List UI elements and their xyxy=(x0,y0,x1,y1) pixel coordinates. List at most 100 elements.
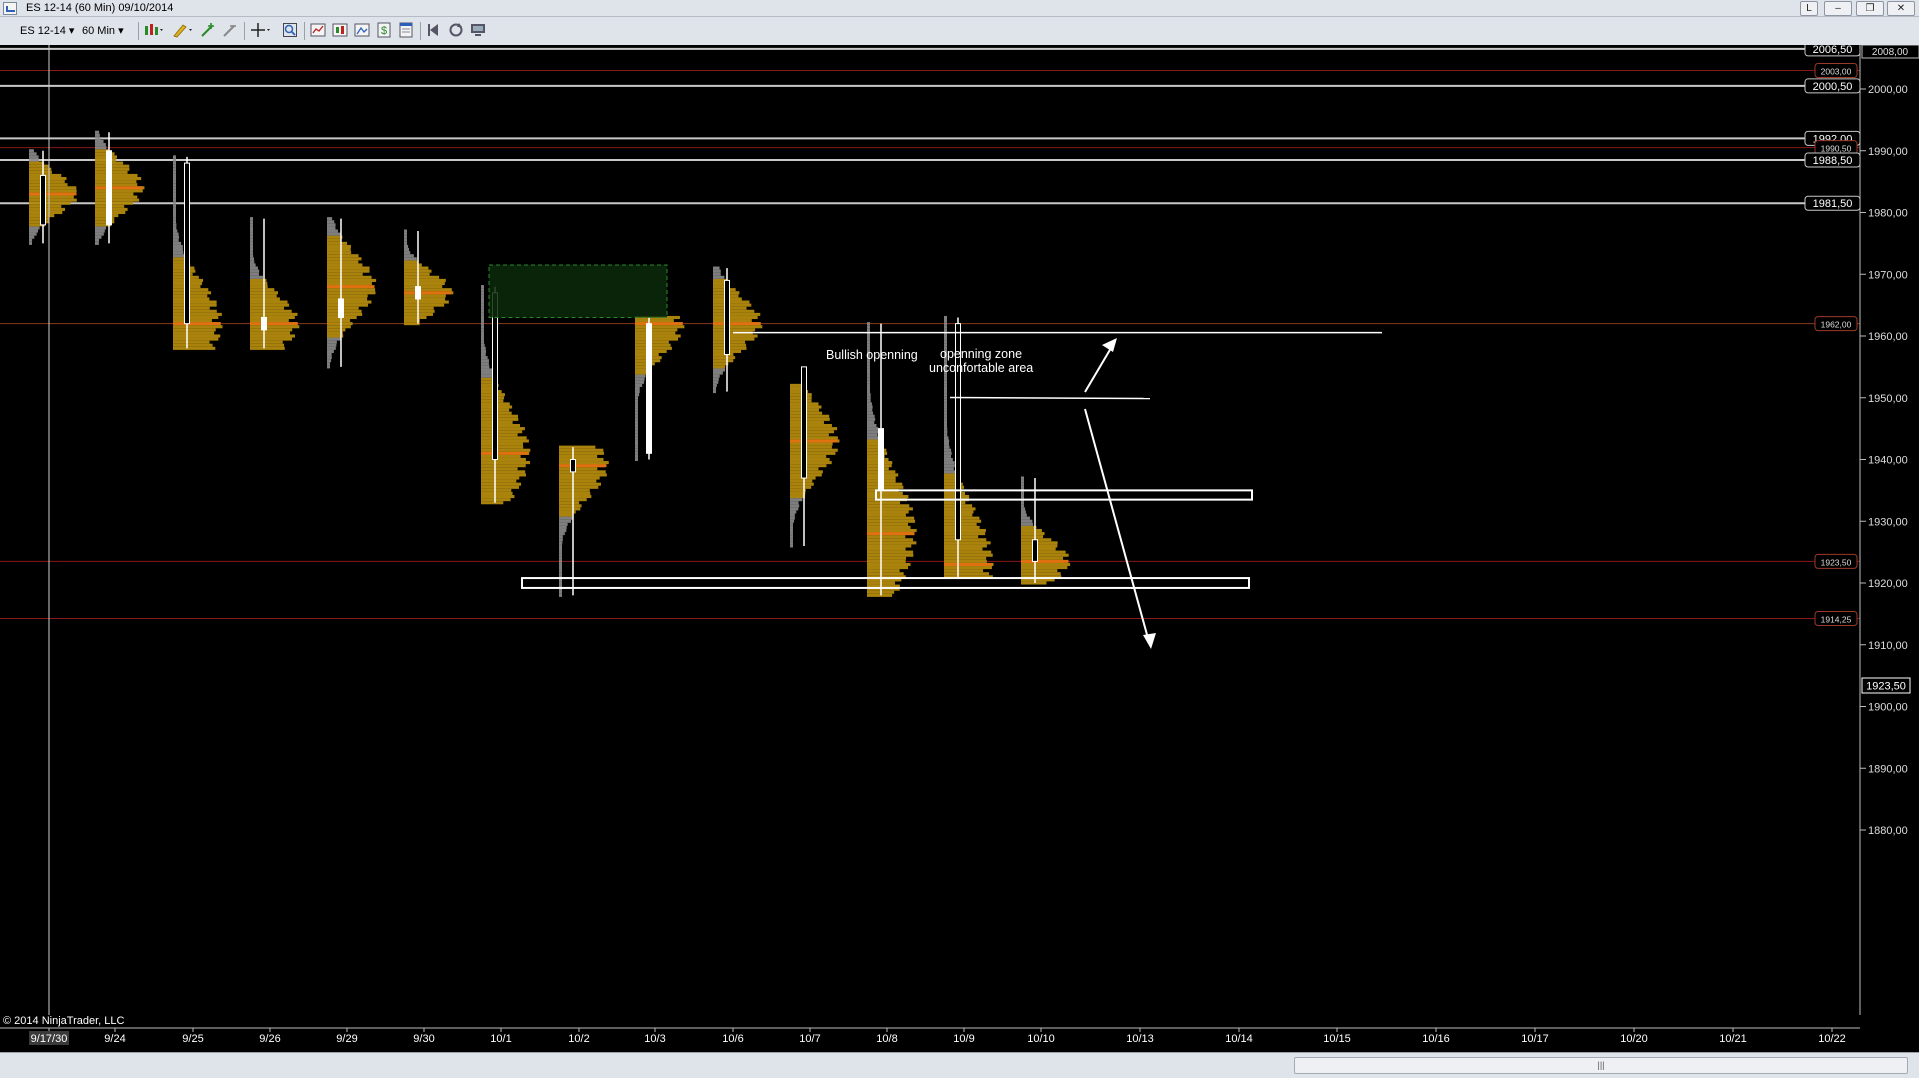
profile-level xyxy=(559,445,596,449)
drawing-tool-icon[interactable] xyxy=(172,22,192,38)
poc-line xyxy=(250,322,298,326)
profile-level xyxy=(250,346,285,350)
profile-level xyxy=(635,408,638,412)
profile-level xyxy=(327,319,351,323)
profile-level xyxy=(790,513,795,517)
profile-level xyxy=(95,238,100,242)
profile-level xyxy=(867,485,904,489)
profile-level xyxy=(327,229,338,233)
display-icon[interactable] xyxy=(470,22,486,38)
profile-level xyxy=(944,491,966,496)
price-tick-label: 1890,00 xyxy=(1868,763,1908,775)
horizontal-scrollbar[interactable]: ||| xyxy=(0,1052,1919,1078)
profile-level xyxy=(635,393,640,397)
properties-icon[interactable] xyxy=(398,22,414,38)
profile-level xyxy=(944,399,947,403)
profile-level xyxy=(790,427,838,431)
profile-level xyxy=(790,464,827,468)
profile-level xyxy=(173,173,176,177)
strategies-icon[interactable] xyxy=(332,22,348,38)
profile-level xyxy=(481,448,531,452)
profile-level xyxy=(173,309,217,313)
zoom-in-icon[interactable] xyxy=(200,22,216,38)
instrument-selector[interactable]: ES 12-14 ▾ xyxy=(20,24,74,38)
profile-level xyxy=(173,192,176,196)
candle-body xyxy=(570,459,576,473)
crosshair-icon[interactable] xyxy=(250,22,270,38)
profile-level xyxy=(635,399,638,403)
profile-level xyxy=(790,528,793,533)
profile-level xyxy=(95,183,138,187)
profile-level xyxy=(173,180,176,184)
profile-level xyxy=(250,315,295,320)
profile-level xyxy=(327,294,368,298)
price-chart[interactable]: Bullish openning openning zone unconfort… xyxy=(0,45,1919,1052)
chart-image-icon[interactable] xyxy=(354,22,370,38)
profile-level xyxy=(404,257,417,261)
profile-level xyxy=(867,390,871,394)
profile-level xyxy=(867,525,911,529)
profile-level xyxy=(713,337,755,341)
profile-level xyxy=(635,439,638,443)
close-button[interactable]: ✕ xyxy=(1887,1,1915,16)
profile-level xyxy=(29,241,32,245)
profile-level xyxy=(173,266,195,270)
chart-window-icon xyxy=(3,2,17,15)
profile-level xyxy=(173,303,217,307)
profile-level xyxy=(481,297,484,301)
annotation-bullish-opening: Bullish openning xyxy=(826,348,918,362)
profile-level xyxy=(944,467,954,471)
profile-level xyxy=(404,229,407,233)
level-tag-label: 2003,00 xyxy=(1821,66,1852,76)
profile-level xyxy=(481,433,518,437)
profile-level xyxy=(404,238,407,242)
profile-level xyxy=(250,343,285,347)
profile-level xyxy=(95,232,104,236)
profile-level xyxy=(250,325,300,329)
profile-level xyxy=(250,232,253,236)
restore-button[interactable]: ❐ xyxy=(1856,1,1884,16)
profile-level xyxy=(481,349,487,353)
profile-level xyxy=(250,285,268,289)
zoom-out-icon[interactable] xyxy=(222,22,238,38)
profile-level xyxy=(559,454,598,458)
profile-level xyxy=(867,430,879,434)
candle-body xyxy=(646,323,652,454)
profile-level xyxy=(867,399,871,403)
profile-level xyxy=(327,362,330,366)
chart-style-icon[interactable] xyxy=(143,22,163,38)
profile-level xyxy=(790,507,799,511)
link-button[interactable]: L xyxy=(1800,1,1818,16)
profile-level xyxy=(790,451,836,455)
profile-level xyxy=(481,315,484,320)
price-tick-label: 1950,00 xyxy=(1868,393,1908,405)
profile-level xyxy=(559,535,563,539)
profile-level xyxy=(713,309,755,313)
profile-level xyxy=(481,309,484,313)
magnifier-icon[interactable] xyxy=(282,22,298,38)
profile-level xyxy=(1021,525,1037,529)
poc-line xyxy=(29,192,77,196)
profile-level xyxy=(867,562,911,567)
reload-icon[interactable] xyxy=(448,22,464,38)
profile-level xyxy=(944,383,947,387)
profile-level xyxy=(635,377,645,381)
profile-level xyxy=(481,346,486,350)
profile-level xyxy=(944,550,992,554)
scroll-back-icon[interactable] xyxy=(426,22,442,38)
profile-level xyxy=(867,334,870,338)
profile-level xyxy=(404,232,407,236)
dollar-icon[interactable]: $ xyxy=(376,22,392,38)
profile-level xyxy=(173,340,210,344)
profile-level xyxy=(944,377,947,381)
profile-level xyxy=(867,396,871,400)
profile-level xyxy=(95,180,137,184)
interval-selector[interactable]: 60 Min ▾ xyxy=(82,24,124,38)
profile-level xyxy=(867,343,870,347)
indicators-icon[interactable] xyxy=(310,22,326,38)
minimize-button[interactable]: – xyxy=(1824,1,1852,16)
profile-level xyxy=(327,312,363,316)
profile-level xyxy=(635,331,676,335)
profile-level xyxy=(559,491,591,496)
scrollbar-thumb[interactable]: ||| xyxy=(1294,1057,1908,1074)
